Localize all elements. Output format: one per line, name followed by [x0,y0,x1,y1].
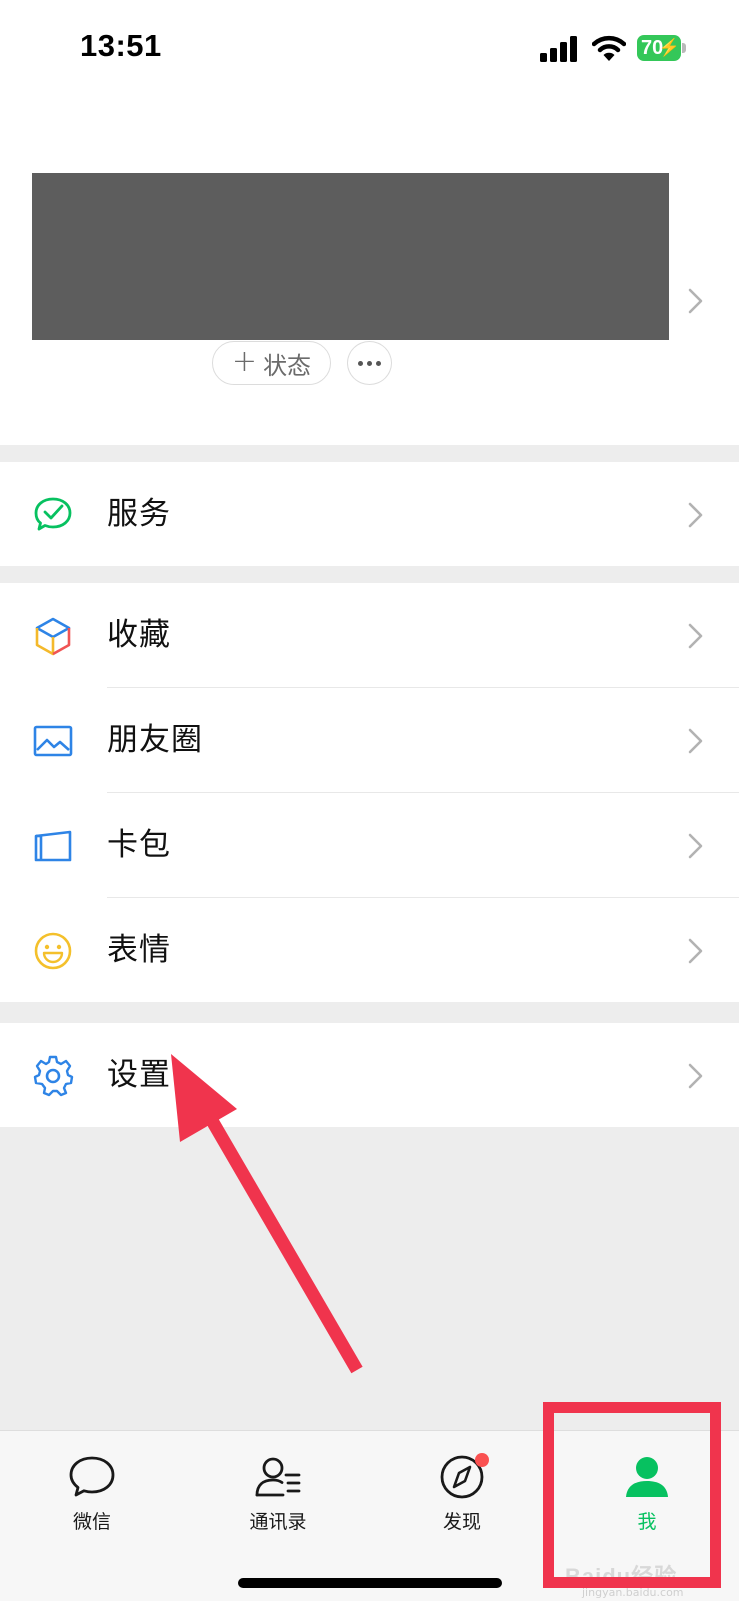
more-dot [358,360,363,366]
tab-discover[interactable]: 发现 [392,1453,532,1534]
menu-group-services: 服务 [0,462,739,566]
home-indicator[interactable] [238,1578,502,1588]
cube-icon [35,617,71,656]
menu-item-settings[interactable]: 设置 [0,1023,739,1127]
contacts-icon [255,1457,301,1497]
menu-item-label: 设置 [107,1057,171,1093]
menu-group-settings: 设置 [0,1023,739,1127]
profile-redacted-area [32,173,669,340]
chevron-right-icon [688,288,703,314]
profile-header[interactable]: + 状态 [0,100,739,445]
menu-item-favorites[interactable]: 收藏 [0,583,739,687]
watermark-url: jingyan.baidu.com [582,1586,684,1599]
more-dot [367,360,372,366]
menu-item-stickers[interactable]: 表情 [0,898,739,1002]
smiley-icon [34,932,72,970]
tab-label: 微信 [72,1511,111,1533]
gear-icon [33,1055,74,1097]
chevron-right-icon [688,502,703,528]
menu-item-cards[interactable]: 卡包 [0,793,739,897]
wifi-icon [592,35,626,61]
tab-label: 通讯录 [249,1511,307,1533]
tab-label: 我 [637,1511,657,1533]
chevron-right-icon [688,1063,703,1089]
chevron-right-icon [688,623,703,649]
more-options-button[interactable] [347,341,392,385]
add-status-button[interactable]: + 状态 [212,341,331,385]
tab-label: 发现 [442,1511,481,1533]
menu-item-services[interactable]: 服务 [0,462,739,566]
cellular-signal-icon [540,36,577,62]
battery-indicator: 70 ⚡ [637,35,687,61]
menu-item-moments[interactable]: 朋友圈 [0,688,739,792]
plus-icon: + [231,343,258,379]
more-dot [376,360,381,366]
menu-item-label: 收藏 [107,617,171,653]
tab-me[interactable]: 我 [577,1453,717,1534]
menu-group-main: 收藏 朋友圈 卡包 表情 [0,583,739,1002]
menu-item-label: 卡包 [107,827,171,863]
notification-dot [475,1453,489,1467]
charging-bolt-icon: ⚡ [658,38,680,57]
tab-contacts[interactable]: 通讯录 [208,1453,348,1534]
chat-bubble-icon [69,1456,115,1497]
status-time: 13:51 [80,28,162,63]
menu-item-label: 朋友圈 [107,722,203,758]
wechat-pay-icon [34,497,72,531]
tab-chats[interactable]: 微信 [22,1453,162,1534]
photo-icon [33,725,73,757]
chevron-right-icon [688,938,703,964]
battery-cap [682,43,686,53]
chevron-right-icon [688,728,703,754]
person-icon [626,1457,668,1497]
chevron-right-icon [688,833,703,859]
status-bar: 13:51 70 ⚡ [0,0,739,100]
bottom-tab-bar: 微信 通讯录 发现 我 Baidu经验 jingyan.baidu.com [0,1430,739,1601]
add-status-label: 状态 [263,351,312,380]
battery-level: 70 ⚡ [637,35,681,61]
card-wallet-icon [34,830,72,862]
menu-item-label: 表情 [107,932,171,968]
menu-item-label: 服务 [107,496,171,532]
